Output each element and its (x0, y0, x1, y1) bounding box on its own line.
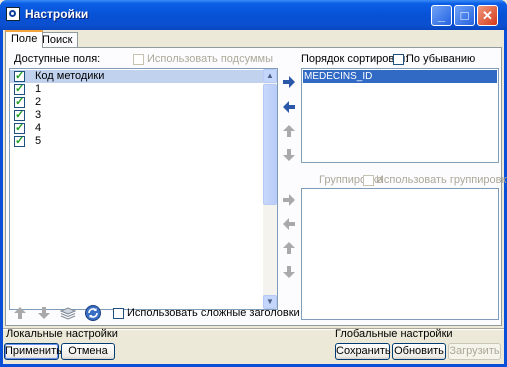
list-item[interactable]: Код методики (10, 69, 277, 83)
vertical-scrollbar[interactable]: ▲ ▼ (263, 69, 277, 309)
arrow-up-icon (283, 242, 295, 254)
field-checkbox[interactable] (14, 108, 25, 121)
arrow-down-icon (283, 149, 295, 161)
sort-order-list[interactable]: MEDECINS_ID (301, 68, 499, 163)
field-checkbox[interactable] (14, 82, 25, 95)
arrow-right-icon (283, 194, 295, 206)
arrow-up-icon (283, 125, 295, 137)
window-client: Поле Поиск Доступные поля: Использовать … (3, 30, 507, 364)
group-move-down-button[interactable] (282, 265, 296, 279)
list-item[interactable]: 5 (10, 134, 277, 148)
minimize-icon: _ (437, 8, 446, 23)
group-move-up-button[interactable] (282, 241, 296, 255)
scroll-up-button[interactable]: ▲ (263, 69, 277, 83)
available-fields-list[interactable]: Код методики 1 2 3 4 (9, 68, 278, 310)
field-checkbox[interactable] (14, 69, 25, 82)
list-item[interactable]: 4 (10, 121, 277, 135)
update-button[interactable]: Обновить (392, 343, 446, 360)
group-move-left-button[interactable] (282, 217, 296, 231)
window-title: Настройки (25, 7, 89, 21)
list-item[interactable]: MEDECINS_ID (303, 70, 497, 83)
layers-button[interactable] (59, 305, 77, 321)
arrow-down-icon (38, 307, 50, 319)
move-up-button[interactable] (13, 306, 29, 322)
descending-checkbox[interactable] (393, 54, 404, 65)
arrow-up-icon (14, 307, 26, 319)
move-left-button[interactable] (282, 100, 296, 114)
descending-label: По убыванию (406, 53, 476, 65)
arrow-right-icon (283, 76, 295, 88)
field-checkbox[interactable] (14, 95, 25, 108)
save-button[interactable]: Сохранить (335, 343, 391, 360)
apply-button[interactable]: Применить (4, 343, 62, 360)
maximize-icon: □ (460, 8, 469, 23)
refresh-icon (85, 305, 101, 321)
arrow-down-icon (283, 266, 295, 278)
field-checkbox[interactable] (14, 121, 25, 134)
load-button[interactable]: Загрузить (448, 343, 501, 360)
list-item[interactable]: 1 (10, 82, 277, 96)
move-down-button[interactable] (37, 306, 53, 322)
list-item[interactable]: 3 (10, 108, 277, 122)
move-right-button[interactable] (282, 75, 296, 89)
list-item[interactable]: 2 (10, 95, 277, 109)
group-move-right-button[interactable] (282, 193, 296, 207)
move-down-button[interactable] (282, 148, 296, 162)
close-button[interactable]: ✕ (477, 5, 498, 26)
global-settings-label: Глобальные настройки (335, 328, 453, 340)
arrow-left-icon (283, 218, 295, 230)
subtotals-checkbox[interactable] (133, 54, 144, 65)
use-grouping-checkbox[interactable] (363, 175, 374, 186)
refresh-button[interactable] (84, 304, 101, 321)
grouping-list[interactable] (301, 188, 499, 320)
scrollbar-thumb[interactable] (263, 84, 277, 205)
use-grouping-label: Использовать группировку (376, 174, 507, 186)
cancel-button[interactable]: Отмена (61, 343, 115, 360)
move-up-button[interactable] (282, 124, 296, 138)
close-icon: ✕ (482, 8, 493, 23)
settings-window: Настройки _ □ ✕ Поле Поиск Доступные пол… (0, 0, 507, 367)
subtotals-label: Использовать подсуммы (147, 53, 274, 65)
layers-icon (59, 307, 77, 320)
complex-headers-label: Использовать сложные заголовки (127, 307, 300, 319)
tab-panel: Доступные поля: Использовать подсуммы Ко… (5, 47, 507, 326)
local-settings-label: Локальные настройки (6, 328, 118, 340)
complex-headers-checkbox[interactable] (113, 308, 124, 319)
app-icon[interactable] (6, 7, 20, 21)
available-fields-label: Доступные поля: (14, 53, 101, 65)
field-checkbox[interactable] (14, 134, 25, 147)
maximize-button[interactable]: □ (454, 5, 475, 26)
arrow-left-icon (283, 101, 295, 113)
minimize-button[interactable]: _ (431, 5, 452, 26)
tab-field[interactable]: Поле (5, 30, 44, 48)
title-bar[interactable]: Настройки _ □ ✕ (0, 0, 507, 30)
